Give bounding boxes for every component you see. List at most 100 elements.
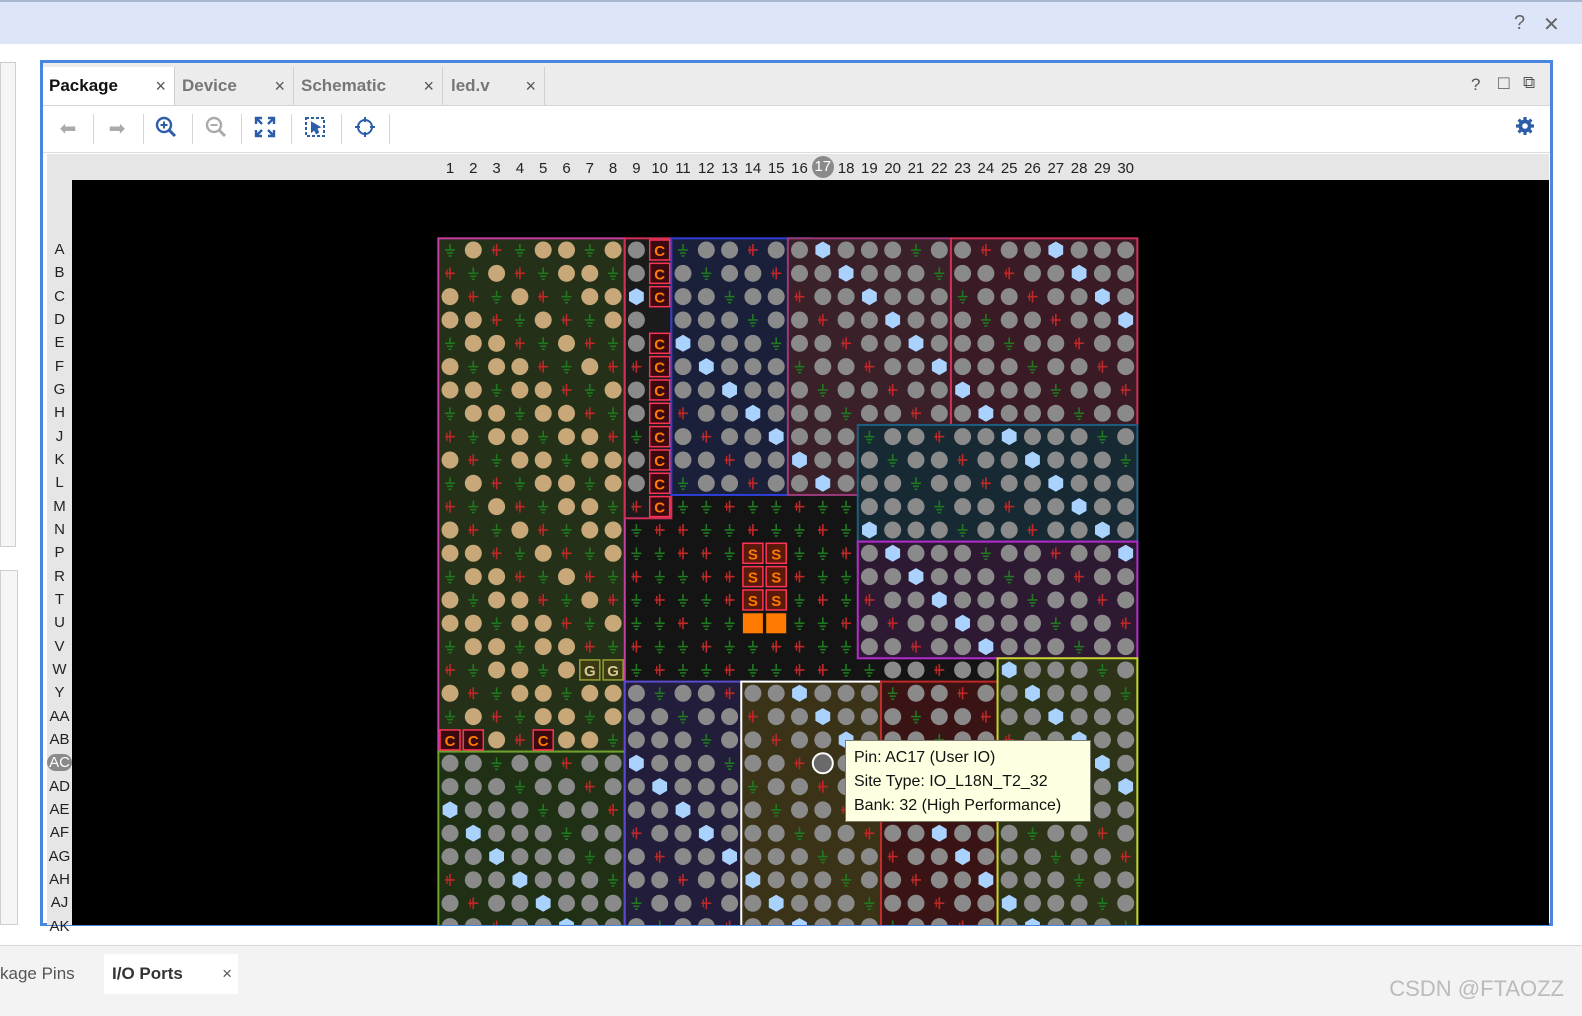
io-pin: [791, 848, 808, 866]
tab-led-v[interactable]: led.v ×: [445, 67, 545, 105]
io-pin: [1117, 334, 1135, 352]
config-bank-pin: [441, 544, 459, 562]
io-pin: [1117, 264, 1135, 282]
tab-io-ports[interactable]: I/O Ports ×: [104, 954, 238, 994]
package-canvas[interactable]: 1 2 3 4 5 6 7 8 9 10 11 12 13 14 15 16 17 18 19 20 21 22 23 24 2…: [47, 154, 1549, 935]
io-pin: [1117, 498, 1135, 516]
io-pin: [767, 288, 785, 306]
io-pin: [511, 754, 529, 772]
io-pin: [930, 544, 948, 562]
back-arrow-icon[interactable]: ⬅: [55, 116, 81, 142]
select-area-icon[interactable]: [302, 116, 328, 142]
maximize-icon[interactable]: □: [1498, 73, 1509, 95]
config-pin: C: [445, 733, 456, 750]
io-pin: [721, 894, 739, 912]
io-pin: [721, 241, 739, 259]
io-pin: [1024, 498, 1041, 516]
tab-label: I/O Ports: [112, 964, 183, 983]
forward-arrow-icon[interactable]: ➡: [104, 116, 130, 142]
io-pin: [860, 451, 878, 469]
io-pin: [1024, 428, 1041, 446]
io-pin: [1000, 684, 1018, 702]
io-pin: [464, 778, 482, 796]
io-pin: [1024, 404, 1041, 422]
io-pin: [767, 708, 785, 726]
close-icon[interactable]: ×: [274, 67, 285, 105]
io-pin: [767, 871, 785, 889]
close-icon[interactable]: ✕: [1543, 12, 1560, 37]
io-pin: [744, 894, 762, 912]
config-bank-pin: [581, 521, 599, 539]
io-pin: [1000, 824, 1018, 842]
io-pin: [860, 684, 878, 702]
help-icon[interactable]: ?: [1471, 75, 1480, 95]
io-pin: [1093, 568, 1111, 586]
io-pin: [627, 311, 645, 329]
io-pin: [721, 778, 739, 796]
sysmon-analog-pin: [742, 613, 763, 634]
io-pin: [930, 474, 948, 492]
close-icon[interactable]: ×: [222, 954, 232, 994]
close-icon[interactable]: ×: [423, 67, 434, 105]
io-pin: [791, 731, 808, 749]
auto-fit-selection-icon[interactable]: [352, 116, 378, 142]
config-bank-pin: [604, 521, 622, 539]
io-pin: [464, 754, 482, 772]
help-icon[interactable]: ?: [1514, 12, 1525, 35]
io-pin: [1047, 871, 1065, 889]
io-pin: [488, 871, 506, 889]
config-bank-pin: [604, 684, 622, 702]
io-pin: [1093, 801, 1111, 819]
io-pin: [674, 731, 692, 749]
io-pin: [1117, 661, 1135, 679]
io-pin: [884, 404, 902, 422]
io-pin: [930, 288, 948, 306]
io-pin: [1000, 871, 1018, 889]
io-pin: [884, 521, 902, 539]
io-pin: [1117, 521, 1135, 539]
io-pin: [1047, 591, 1065, 609]
tab-package-pins[interactable]: kage Pins: [0, 954, 96, 994]
io-pin: [1070, 544, 1088, 562]
tab-device[interactable]: Device ×: [176, 67, 294, 105]
tab-schematic[interactable]: Schematic ×: [295, 67, 443, 105]
config-bank-pin: [534, 311, 552, 329]
io-pin: [464, 848, 482, 866]
tab-package[interactable]: Package ×: [43, 67, 175, 105]
io-pin: [697, 848, 715, 866]
zoom-fit-icon[interactable]: [252, 116, 278, 142]
io-pin: [791, 474, 808, 492]
io-pin: [1024, 661, 1041, 679]
config-bank-pin: [558, 661, 575, 679]
io-pin: [581, 801, 599, 819]
io-pin: [744, 334, 762, 352]
io-pin: [954, 871, 972, 889]
io-pin: [581, 824, 599, 842]
io-pin: [930, 451, 948, 469]
io-pin: [721, 311, 739, 329]
package-pin-grid[interactable]: CCCCCCCCCCCC C CS SS SS SG G: [47, 154, 1549, 925]
close-icon[interactable]: ×: [155, 67, 166, 105]
zoom-out-icon[interactable]: [203, 116, 229, 142]
io-pin: [860, 498, 878, 516]
io-pin: [837, 241, 855, 259]
io-pin: [884, 638, 902, 656]
io-pin: [930, 708, 948, 726]
io-pin: [837, 428, 855, 446]
io-pin: [488, 824, 506, 842]
config-bank-pin: [488, 661, 506, 679]
io-pin: [954, 661, 972, 679]
tab-label: Device: [182, 76, 237, 95]
io-pin: [1047, 638, 1065, 656]
float-icon[interactable]: ⧉: [1523, 73, 1535, 93]
zoom-in-icon[interactable]: [153, 116, 179, 142]
config-bank-pin: [558, 334, 575, 352]
io-pin: [1070, 661, 1088, 679]
io-pin: [1070, 521, 1088, 539]
config-bank-pin: [488, 731, 506, 749]
io-pin: [884, 591, 902, 609]
close-icon[interactable]: ×: [525, 67, 536, 105]
package-view-panel: Package × Device × Schematic × led.v × ?…: [40, 60, 1553, 935]
gear-icon[interactable]: [1512, 116, 1538, 142]
sysmon-pin: S: [771, 593, 781, 610]
